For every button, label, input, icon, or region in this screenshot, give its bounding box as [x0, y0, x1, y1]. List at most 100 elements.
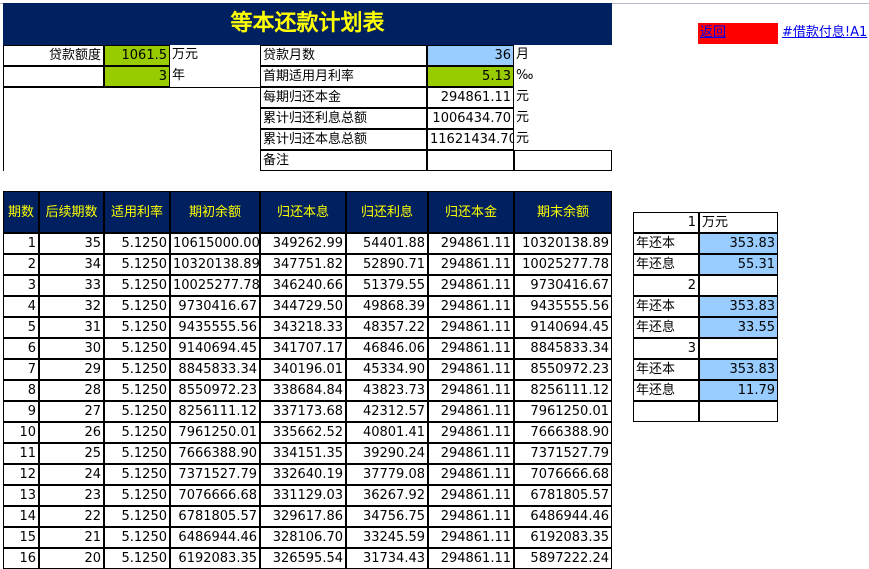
cell-remaining-periods[interactable]: 21 — [39, 527, 104, 548]
cell-period[interactable]: 3 — [3, 275, 39, 296]
cell-opening-balance[interactable]: 8550972.23 — [170, 380, 260, 401]
cell-rate[interactable]: 5.1250 — [104, 527, 170, 548]
cell-principal[interactable]: 294861.11 — [428, 254, 514, 275]
cell-period[interactable]: 5 — [3, 317, 39, 338]
cell-closing-balance[interactable]: 7371527.79 — [514, 443, 612, 464]
cell-interest[interactable]: 43823.73 — [346, 380, 428, 401]
cell-period[interactable]: 11 — [3, 443, 39, 464]
cell-interest[interactable]: 49868.39 — [346, 296, 428, 317]
cell-closing-balance[interactable]: 9435555.56 — [514, 296, 612, 317]
cell-closing-balance[interactable]: 6486944.46 — [514, 506, 612, 527]
cell-remaining-periods[interactable]: 29 — [39, 359, 104, 380]
cell-rate[interactable]: 5.1250 — [104, 506, 170, 527]
cell-opening-balance[interactable]: 9140694.45 — [170, 338, 260, 359]
cell-remaining-periods[interactable]: 33 — [39, 275, 104, 296]
cell-payment[interactable]: 335662.52 — [260, 422, 346, 443]
cell-remaining-periods[interactable]: 25 — [39, 443, 104, 464]
year-number[interactable]: 2 — [633, 275, 699, 296]
months-value[interactable]: 36 — [427, 45, 514, 66]
cell-opening-balance[interactable]: 9435555.56 — [170, 317, 260, 338]
principal-value[interactable]: 294861.11 — [427, 87, 514, 108]
hyperlink-target[interactable]: #借款付息!A1 — [782, 25, 867, 40]
cell-rate[interactable]: 5.1250 — [104, 380, 170, 401]
cell-opening-balance[interactable]: 7961250.01 — [170, 422, 260, 443]
total-interest-value[interactable]: 1006434.70 — [427, 108, 514, 129]
yearly-unit[interactable]: 万元 — [699, 212, 778, 233]
cell-opening-balance[interactable]: 8256111.12 — [170, 401, 260, 422]
cell-remaining-periods[interactable]: 26 — [39, 422, 104, 443]
cell-closing-balance[interactable]: 7076666.68 — [514, 464, 612, 485]
yearly-label[interactable]: 年还息 — [633, 380, 699, 401]
cell-rate[interactable]: 5.1250 — [104, 338, 170, 359]
cell-interest[interactable]: 42312.57 — [346, 401, 428, 422]
cell-payment[interactable]: 344729.50 — [260, 296, 346, 317]
cell-closing-balance[interactable]: 8256111.12 — [514, 380, 612, 401]
cell-rate[interactable]: 5.1250 — [104, 443, 170, 464]
cell-interest[interactable]: 40801.41 — [346, 422, 428, 443]
yearly-label[interactable]: 年还本 — [633, 359, 699, 380]
yearly-value[interactable]: 353.83 — [699, 296, 778, 317]
cell-principal[interactable]: 294861.11 — [428, 275, 514, 296]
cell-remaining-periods[interactable]: 30 — [39, 338, 104, 359]
cell-opening-balance[interactable]: 7666388.90 — [170, 443, 260, 464]
yearly-value[interactable]: 353.83 — [699, 233, 778, 254]
cell-payment[interactable]: 331129.03 — [260, 485, 346, 506]
yearly-value[interactable]: 33.55 — [699, 317, 778, 338]
yearly-unit[interactable] — [699, 401, 778, 422]
yearly-label[interactable]: 年还本 — [633, 233, 699, 254]
total-value[interactable]: 11621434.70 — [427, 129, 514, 150]
cell-rate[interactable]: 5.1250 — [104, 317, 170, 338]
yearly-value[interactable]: 11.79 — [699, 380, 778, 401]
cell-opening-balance[interactable]: 6486944.46 — [170, 527, 260, 548]
cell-remaining-periods[interactable]: 24 — [39, 464, 104, 485]
yearly-value[interactable]: 55.31 — [699, 254, 778, 275]
yearly-label[interactable]: 年还息 — [633, 317, 699, 338]
cell-period[interactable]: 8 — [3, 380, 39, 401]
cell-payment[interactable]: 328106.70 — [260, 527, 346, 548]
back-link[interactable]: 返回 — [700, 25, 726, 40]
cell-period[interactable]: 10 — [3, 422, 39, 443]
cell-remaining-periods[interactable]: 22 — [39, 506, 104, 527]
cell-rate[interactable]: 5.1250 — [104, 401, 170, 422]
cell-period[interactable]: 6 — [3, 338, 39, 359]
cell-rate[interactable]: 5.1250 — [104, 275, 170, 296]
cell-payment[interactable]: 343218.33 — [260, 317, 346, 338]
loan-amount-cell[interactable]: 1061.5 — [104, 45, 170, 66]
cell-closing-balance[interactable]: 7666388.90 — [514, 422, 612, 443]
cell-interest[interactable]: 37779.08 — [346, 464, 428, 485]
cell-principal[interactable]: 294861.11 — [428, 380, 514, 401]
cell-principal[interactable]: 294861.11 — [428, 506, 514, 527]
yearly-label[interactable]: 年还本 — [633, 296, 699, 317]
cell-period[interactable]: 13 — [3, 485, 39, 506]
cell-closing-balance[interactable]: 6192083.35 — [514, 527, 612, 548]
yearly-label[interactable]: 年还息 — [633, 254, 699, 275]
cell-closing-balance[interactable]: 9140694.45 — [514, 317, 612, 338]
cell-principal[interactable]: 294861.11 — [428, 401, 514, 422]
hyperlink-target-cell[interactable]: #借款付息!A1 — [780, 23, 869, 44]
cell-rate[interactable]: 5.1250 — [104, 464, 170, 485]
cell-closing-balance[interactable]: 5897222.24 — [514, 548, 612, 569]
cell-remaining-periods[interactable]: 20 — [39, 548, 104, 569]
cell-closing-balance[interactable]: 10320138.89 — [514, 233, 612, 254]
cell-period[interactable]: 15 — [3, 527, 39, 548]
cell-interest[interactable]: 45334.90 — [346, 359, 428, 380]
cell-interest[interactable]: 39290.24 — [346, 443, 428, 464]
cell-payment[interactable]: 338684.84 — [260, 380, 346, 401]
cell-interest[interactable]: 33245.59 — [346, 527, 428, 548]
cell-rate[interactable]: 5.1250 — [104, 359, 170, 380]
cell-period[interactable]: 2 — [3, 254, 39, 275]
cell-interest[interactable]: 51379.55 — [346, 275, 428, 296]
cell-period[interactable]: 14 — [3, 506, 39, 527]
cell-principal[interactable]: 294861.11 — [428, 422, 514, 443]
cell-payment[interactable]: 349262.99 — [260, 233, 346, 254]
cell-principal[interactable]: 294861.11 — [428, 548, 514, 569]
cell-remaining-periods[interactable]: 28 — [39, 380, 104, 401]
cell-opening-balance[interactable]: 7371527.79 — [170, 464, 260, 485]
cell-rate[interactable]: 5.1250 — [104, 485, 170, 506]
yearly-unit[interactable] — [699, 338, 778, 359]
cell-interest[interactable]: 48357.22 — [346, 317, 428, 338]
cell-payment[interactable]: 346240.66 — [260, 275, 346, 296]
cell-principal[interactable]: 294861.11 — [428, 296, 514, 317]
cell-remaining-periods[interactable]: 35 — [39, 233, 104, 254]
cell-interest[interactable]: 52890.71 — [346, 254, 428, 275]
